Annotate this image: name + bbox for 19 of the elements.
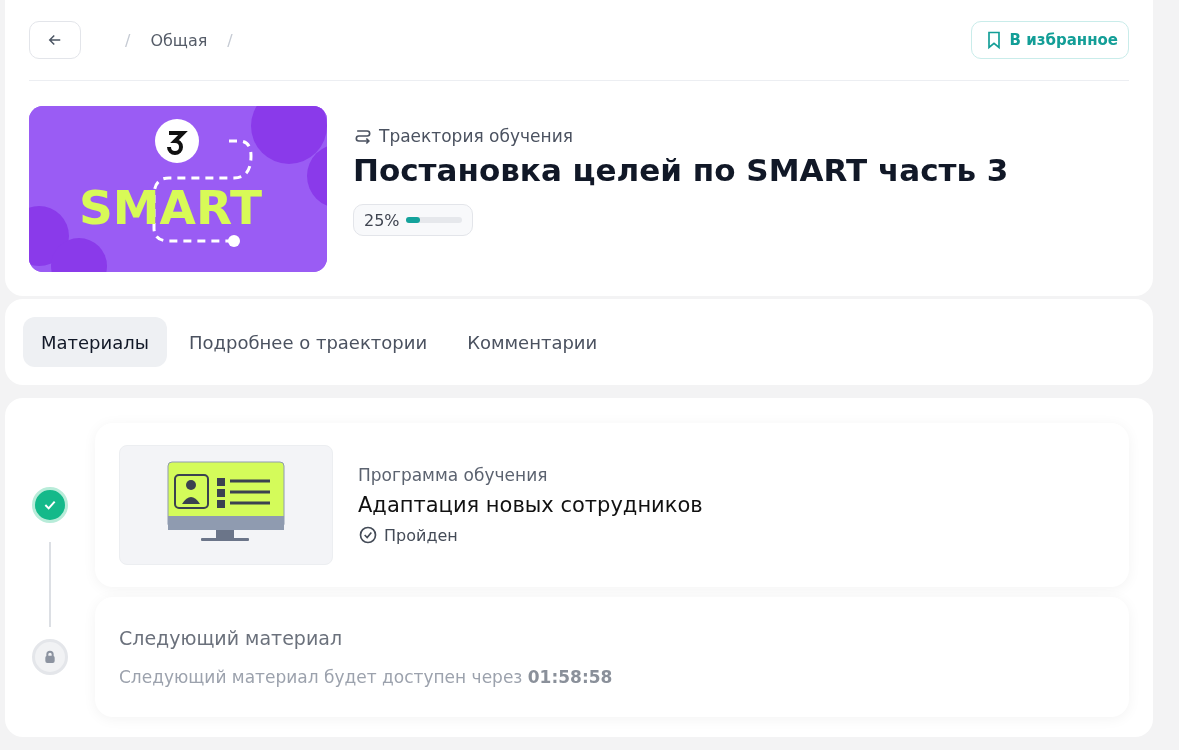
breadcrumb-separator: / bbox=[125, 30, 131, 50]
status-text: Пройден bbox=[384, 525, 458, 545]
breadcrumb-link[interactable]: Общая bbox=[150, 30, 208, 50]
material-title: Адаптация новых сотрудников bbox=[358, 493, 703, 517]
tab[interactable]: Комментарии bbox=[449, 317, 616, 367]
material-card[interactable]: Программа обучения Адаптация новых сотрудников Пройден bbox=[95, 423, 1129, 587]
progress-reading: 25% bbox=[364, 210, 400, 230]
lock-icon bbox=[42, 649, 58, 665]
material-title: Следующий материал bbox=[119, 627, 344, 649]
availability-note: Следующий материал будет доступен через 01:58:58 bbox=[119, 667, 613, 687]
tab[interactable]: Материалы bbox=[23, 317, 167, 367]
tab[interactable]: Подробнее о траектории bbox=[171, 317, 446, 367]
type-label: Траектория обучения bbox=[379, 126, 573, 146]
cover-title: SMART bbox=[79, 180, 263, 235]
check-circle-icon bbox=[358, 525, 378, 545]
material-type: Программа обучения bbox=[358, 465, 549, 485]
back-button[interactable] bbox=[29, 21, 81, 59]
breadcrumb-separator: / bbox=[227, 30, 233, 50]
page-title: Постановка целей по SMART часть 3 bbox=[353, 152, 1009, 188]
